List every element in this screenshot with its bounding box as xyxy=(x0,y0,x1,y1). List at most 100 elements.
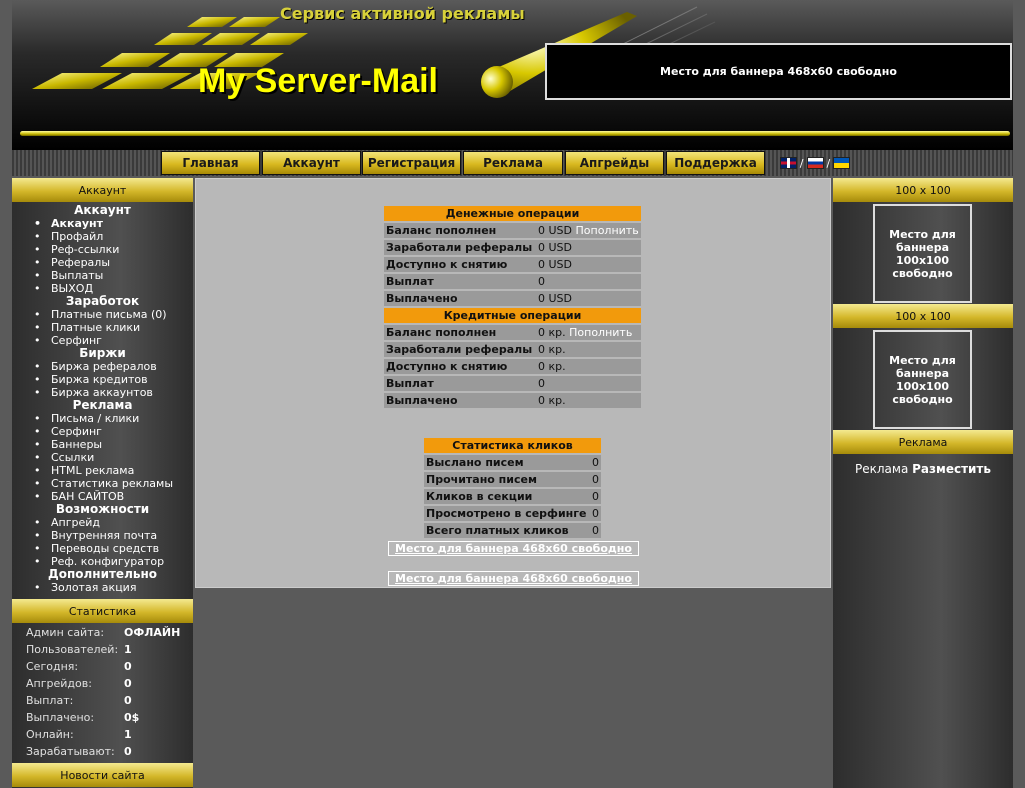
top-up-link[interactable]: Пополнить xyxy=(569,326,632,339)
header-divider xyxy=(20,131,1010,136)
money-operations-table: Денежные операции Баланс пополнен 0 USD По… xyxy=(384,204,641,308)
menu-section-title: Аккаунт xyxy=(74,203,131,217)
account-block-title: Аккаунт xyxy=(12,178,193,202)
table-row: Баланс пополнен 0 кр. Пополнить xyxy=(384,325,641,340)
ad-block-title: Реклама xyxy=(833,430,1013,454)
sidebar-menu-item[interactable]: Профайл xyxy=(12,230,193,243)
language-switcher: / / xyxy=(766,151,864,175)
sidebar-menu-item[interactable]: Баннеры xyxy=(12,438,193,451)
sidebar-menu-item[interactable]: Письма / клики xyxy=(12,412,193,425)
flag-separator: / xyxy=(799,156,804,170)
sidebar-menu-item[interactable]: Реф-ссылки xyxy=(12,243,193,256)
nav-home[interactable]: Главная xyxy=(161,151,260,175)
sidebar-menu-item[interactable]: БАН САЙТОВ xyxy=(12,490,193,503)
stat-value: 0 xyxy=(124,660,132,673)
table-row: Заработали рефералы 0 USD xyxy=(384,240,641,255)
main-banner-468x60[interactable]: Место для баннера 468х60 свободно xyxy=(388,541,639,556)
table-title: Денежные операции xyxy=(384,206,641,221)
sidebar-menu-item[interactable]: Выплаты xyxy=(12,269,193,282)
table-row: Просмотрено в серфинге 0 xyxy=(424,506,601,521)
nav-account[interactable]: Аккаунт xyxy=(262,151,361,175)
sidebar-menu-item[interactable]: Биржа кредитов xyxy=(12,373,193,386)
sidebar-menu-item[interactable]: Платные письма (0) xyxy=(12,308,193,321)
row-label: Баланс пополнен xyxy=(384,325,536,340)
banner-100x100[interactable]: Место для баннера 100х100 свободно xyxy=(873,204,972,303)
menu-section-title: Возможности xyxy=(55,502,150,516)
stat-label: Выплачено: xyxy=(26,711,95,724)
banner-100x100[interactable]: Место для баннера 100х100 свободно xyxy=(873,330,972,429)
row-value: 0 USD xyxy=(538,292,572,305)
row-label: Выплачено xyxy=(384,393,536,408)
row-value-cell: 0 кр. xyxy=(536,359,641,374)
stat-label: Выплат: xyxy=(26,694,74,707)
sidebar-menu-item[interactable]: Рефералы xyxy=(12,256,193,269)
sidebar-menu-item[interactable]: Переводы средств xyxy=(12,542,193,555)
click-stats-table: Статистика кликов Выслано писем 0 Прочитано… xyxy=(424,436,601,540)
stat-value: 0$ xyxy=(124,711,140,724)
row-label: Выплачено xyxy=(384,291,536,306)
header-banner-468x60[interactable]: Место для баннера 468х60 свободно xyxy=(545,43,1012,100)
stat-row: Пользователей: 1 xyxy=(12,641,193,658)
sidebar-menu-item[interactable]: Биржа рефералов xyxy=(12,360,193,373)
sidebar-menu-item[interactable]: Внутренняя почта xyxy=(12,529,193,542)
banner-block-title: 100 x 100 xyxy=(833,304,1013,328)
top-up-link[interactable]: Пополнить xyxy=(576,224,639,237)
sidebar-menu-item[interactable]: Серфинг xyxy=(12,425,193,438)
row-label: Доступно к снятию xyxy=(384,257,536,272)
row-value: 0 USD xyxy=(538,258,572,271)
stat-row: Админ сайта: ОФЛАЙН xyxy=(12,624,193,641)
right-sidebar: 100 x 100 Место для баннера 100х100 своб… xyxy=(833,178,1013,788)
sidebar-menu-item[interactable]: Аккаунт xyxy=(12,217,193,230)
sidebar-menu-item[interactable]: Серфинг xyxy=(12,334,193,347)
nav-registration[interactable]: Регистрация xyxy=(362,151,461,175)
row-value-cell: 0 xyxy=(590,523,601,538)
sidebar-menu-item[interactable]: Платные клики xyxy=(12,321,193,334)
row-value: 0 xyxy=(538,377,545,390)
row-value-cell: 0 xyxy=(590,506,601,521)
row-value-cell: 0 xyxy=(536,376,641,391)
table-row: Всего платных кликов 0 xyxy=(424,523,601,538)
sidebar-menu-item[interactable]: ВЫХОД xyxy=(12,282,193,295)
nav-support[interactable]: Поддержка xyxy=(666,151,765,175)
table-title: Статистика кликов xyxy=(424,438,601,453)
stat-value: ОФЛАЙН xyxy=(124,626,181,639)
stat-label: Сегодня: xyxy=(26,660,79,673)
row-label: Всего платных кликов xyxy=(424,523,590,538)
stat-value: 0 xyxy=(124,745,132,758)
nav-upgrades[interactable]: Апгрейды xyxy=(565,151,664,175)
table-row: Выплат 0 xyxy=(384,376,641,391)
stat-value: 0 xyxy=(124,694,132,707)
ad-place-line: Реклама Разместить xyxy=(833,462,1013,476)
ad-label: Реклама xyxy=(855,462,909,476)
sidebar-menu-item[interactable]: Апгрейд xyxy=(12,516,193,529)
stat-label: Зарабатывают: xyxy=(26,745,115,758)
table-row: Прочитано писем 0 xyxy=(424,472,601,487)
row-value-cell: 0 кр. xyxy=(536,393,641,408)
menu-section-title: Реклама xyxy=(72,398,133,412)
flag-ua-icon[interactable] xyxy=(833,157,851,169)
table-row: Заработали рефералы 0 кр. xyxy=(384,342,641,357)
main-banner-468x60[interactable]: Место для баннера 468х60 свободно xyxy=(388,571,639,586)
row-label: Кликов в секции xyxy=(424,489,590,504)
row-value-cell: 0 xyxy=(590,455,601,470)
sidebar-menu-item[interactable]: Золотая акция xyxy=(12,581,193,594)
site-title: My Server-Mail xyxy=(198,62,438,100)
row-label: Выслано писем xyxy=(424,455,590,470)
account-menu: АккаунтАккаунтПрофайлРеф-ссылкиРефералыВ… xyxy=(12,203,193,595)
sidebar-menu-item[interactable]: Статистика рекламы xyxy=(12,477,193,490)
row-value-cell: 0 xyxy=(590,489,601,504)
row-value: 0 кр. xyxy=(538,394,566,407)
flag-ru-icon[interactable] xyxy=(806,157,824,169)
row-value: 0 xyxy=(592,490,599,503)
table-row: Выплачено 0 USD xyxy=(384,291,641,306)
sidebar-menu-item[interactable]: Реф. конфигуратор xyxy=(12,555,193,568)
sidebar-menu-item[interactable]: Биржа аккаунтов xyxy=(12,386,193,399)
sidebar-menu-item[interactable]: HTML реклама xyxy=(12,464,193,477)
stat-label: Админ сайта: xyxy=(26,626,105,639)
flag-uk-icon[interactable] xyxy=(779,157,797,169)
table-title: Кредитные операции xyxy=(384,308,641,323)
row-value: 0 xyxy=(592,507,599,520)
ad-place-link[interactable]: Разместить xyxy=(912,462,991,476)
sidebar-menu-item[interactable]: Ссылки xyxy=(12,451,193,464)
nav-advertising[interactable]: Реклама xyxy=(463,151,563,175)
